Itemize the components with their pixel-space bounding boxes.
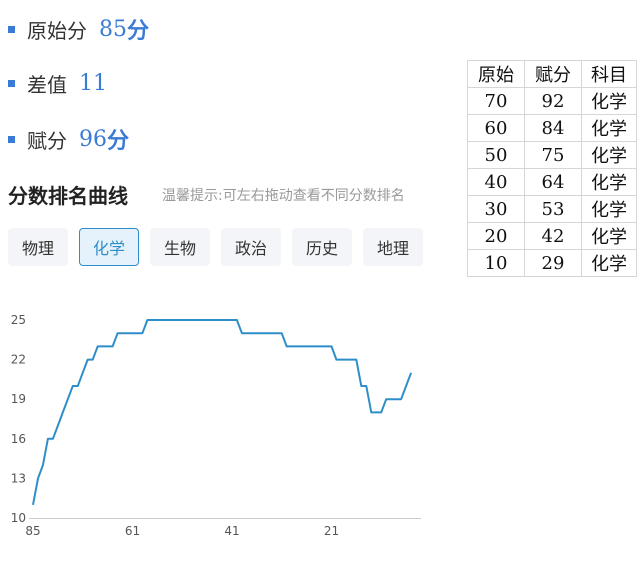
x-tick-label: 61 — [125, 524, 140, 538]
table-row: 70 92 化学 — [467, 87, 637, 115]
cell-original: 50 — [467, 141, 525, 169]
bullet-icon — [8, 135, 15, 143]
y-tick-label: 10 — [11, 511, 26, 525]
x-tick-label: 41 — [224, 524, 239, 538]
tab-physics[interactable]: 物理 — [8, 228, 68, 266]
cell-assigned: 42 — [524, 222, 582, 250]
cell-original: 10 — [467, 249, 525, 277]
x-tick-label: 21 — [324, 524, 339, 538]
y-tick-label: 25 — [11, 313, 26, 327]
tab-chemistry[interactable]: 化学 — [79, 228, 139, 266]
table-header-row: 原始 赋分 科目 — [467, 60, 637, 88]
cell-subject: 化学 — [581, 114, 637, 142]
y-tick-label: 19 — [11, 392, 26, 406]
stat-unit: 分 — [127, 19, 150, 44]
subject-tabs: 物理 化学 生物 政治 历史 地理 — [8, 228, 434, 266]
table-row: 20 42 化学 — [467, 222, 637, 250]
bullet-icon — [8, 25, 15, 33]
bullet-icon — [8, 79, 15, 87]
stat-label: 差值 — [27, 72, 67, 97]
cell-assigned: 75 — [524, 141, 582, 169]
tab-politics[interactable]: 政治 — [221, 228, 281, 266]
x-tick-label: 85 — [25, 524, 40, 538]
header-assigned: 赋分 — [524, 60, 582, 88]
y-tick-label: 22 — [11, 353, 26, 367]
cell-assigned: 84 — [524, 114, 582, 142]
stat-label: 原始分 — [27, 18, 87, 43]
cell-assigned: 92 — [524, 87, 582, 115]
cell-subject: 化学 — [581, 168, 637, 196]
table-row: 60 84 化学 — [467, 114, 637, 142]
stat-value: 96 — [79, 126, 107, 152]
cell-assigned: 64 — [524, 168, 582, 196]
cell-assigned: 53 — [524, 195, 582, 223]
rank-curve-chart[interactable]: 10 13 16 19 22 25 85 61 41 21 — [0, 300, 440, 550]
tab-biology[interactable]: 生物 — [150, 228, 210, 266]
cell-subject: 化学 — [581, 87, 637, 115]
cell-subject: 化学 — [581, 141, 637, 169]
stat-unit: 分 — [107, 129, 130, 154]
cell-original: 60 — [467, 114, 525, 142]
stat-original-score: 原始分 85 分 — [8, 14, 149, 44]
cell-subject: 化学 — [581, 249, 637, 277]
cell-subject: 化学 — [581, 222, 637, 250]
drag-hint: 温馨提示:可左右拖动查看不同分数排名 — [162, 188, 405, 204]
cell-original: 70 — [467, 87, 525, 115]
table-row: 50 75 化学 — [467, 141, 637, 169]
stat-assigned-score: 赋分 96 分 — [8, 124, 129, 154]
y-tick-label: 13 — [11, 471, 26, 485]
stat-difference: 差值 11 — [8, 68, 107, 98]
header-subject: 科目 — [581, 60, 637, 88]
cell-original: 40 — [467, 168, 525, 196]
table-row: 40 64 化学 — [467, 168, 637, 196]
stat-label: 赋分 — [27, 128, 67, 153]
stat-value: 11 — [79, 70, 107, 96]
y-tick-label: 16 — [11, 432, 26, 446]
cell-assigned: 29 — [524, 249, 582, 277]
series-line — [32, 319, 413, 505]
cell-subject: 化学 — [581, 195, 637, 223]
tab-geography[interactable]: 地理 — [363, 228, 423, 266]
stat-value: 85 — [99, 16, 127, 42]
score-conversion-table: 原始 赋分 科目 70 92 化学 60 84 化学 50 75 化学 40 6… — [467, 60, 637, 277]
cell-original: 20 — [467, 222, 525, 250]
table-row: 10 29 化学 — [467, 249, 637, 277]
table-row: 30 53 化学 — [467, 195, 637, 223]
tab-history[interactable]: 历史 — [292, 228, 352, 266]
cell-original: 30 — [467, 195, 525, 223]
header-original: 原始 — [467, 60, 525, 88]
section-title: 分数排名曲线 — [8, 184, 128, 208]
